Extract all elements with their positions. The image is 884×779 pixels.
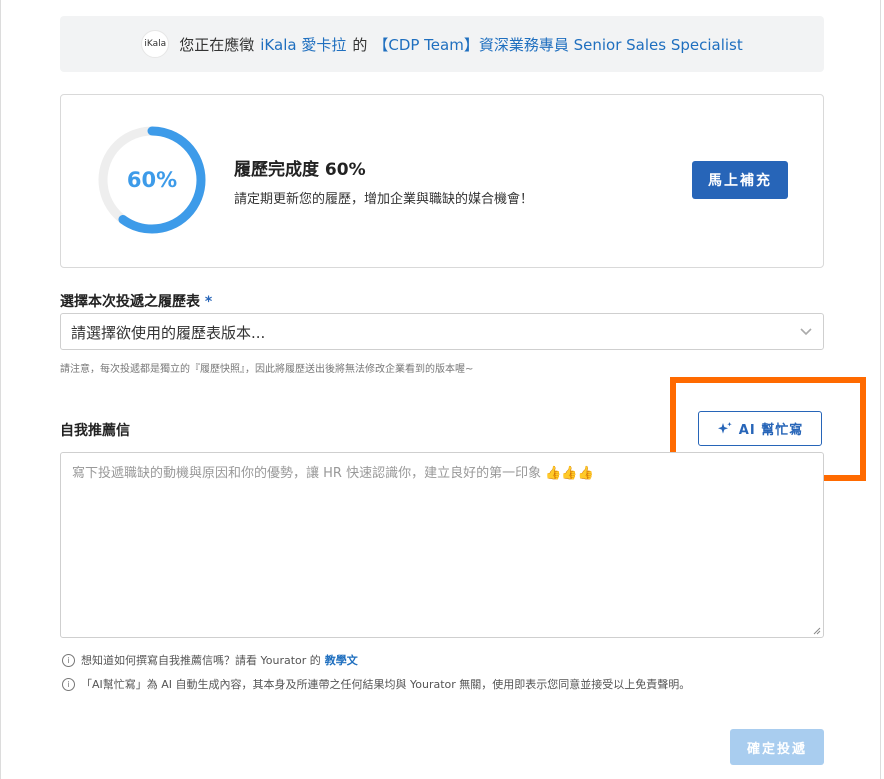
sparkle-icon	[717, 421, 732, 434]
resume-snapshot-note: 請注意，每次投遞都是獨立的『履歷快照』，因此將履歷送出後將無法修改企業看到的版本…	[60, 364, 474, 375]
banner-connector: 的	[352, 35, 368, 54]
company-link[interactable]: iKala 愛卡拉	[260, 34, 346, 55]
ai-write-label: AI 幫忙寫	[738, 423, 804, 438]
submit-application-button[interactable]: 確定投遞	[730, 729, 824, 765]
page-border-right	[880, 0, 881, 779]
ai-disclaimer-hint: i 「AI幫忙寫」為 AI 自動生成內容，其本身及所連帶之任何結果均與 Your…	[62, 676, 690, 692]
resize-handle-icon[interactable]	[813, 627, 821, 635]
info-icon: i	[62, 653, 75, 667]
banner-prefix: 您正在應徵	[179, 35, 255, 54]
writing-guide-hint: i 想知道如何撰寫自我推薦信嗎？請看 Yourator 的 教學文	[62, 652, 358, 668]
page-border-left	[0, 0, 1, 779]
resume-version-select[interactable]: 請選擇欲使用的履歷表版本...	[60, 313, 824, 350]
resume-select-label: 選擇本次投遞之履歷表 *	[60, 294, 213, 310]
job-link[interactable]: 【CDP Team】資深業務專員 Senior Sales Specialist	[373, 34, 742, 55]
applying-banner: iKala 您正在應徵 iKala 愛卡拉 的 【CDP Team】資深業務專員…	[60, 16, 824, 72]
info-icon: i	[62, 677, 75, 691]
chevron-down-icon	[800, 328, 812, 336]
cover-letter-placeholder: 寫下投遞職缺的動機與原因和你的優勢，讓 HR 快速認識你，建立良好的第一印象 👍…	[72, 466, 594, 481]
cover-letter-label: 自我推薦信	[60, 423, 130, 439]
ai-write-button[interactable]: AI 幫忙寫	[698, 411, 822, 446]
tutorial-link[interactable]: 教學文	[325, 652, 358, 668]
cover-letter-textarea[interactable]: 寫下投遞職缺的動機與原因和你的優勢，讓 HR 快速認識你，建立良好的第一印象 👍…	[60, 452, 824, 638]
required-mark: *	[204, 294, 213, 310]
resume-completion-card: 60% 履歷完成度 60% 請定期更新您的履歷，增加企業與職缺的媒合機會！ 馬上…	[60, 94, 824, 268]
resume-select-placeholder: 請選擇欲使用的履歷表版本...	[71, 324, 266, 342]
completion-description: 請定期更新您的履歷，增加企業與職缺的媒合機會！	[234, 192, 534, 207]
fill-now-button[interactable]: 馬上補充	[692, 161, 788, 199]
completion-title: 履歷完成度 60%	[234, 160, 366, 180]
company-logo: iKala	[141, 30, 170, 58]
completion-percent: 60%	[126, 168, 178, 192]
